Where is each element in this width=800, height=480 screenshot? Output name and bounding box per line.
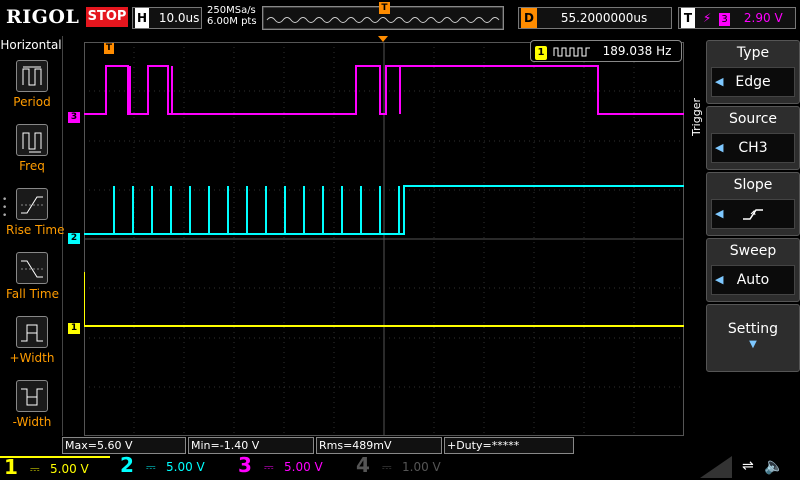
dc-coupling-icon: ⎓ [146, 460, 156, 474]
channel-2-number: 2 [120, 453, 134, 477]
channel-3-scale: 5.00 V [284, 460, 323, 474]
measure-max[interactable]: Max=5.60 V [62, 437, 186, 454]
channel-4-number: 4 [356, 453, 370, 477]
dc-coupling-icon: ⎓ [382, 460, 392, 474]
trigger-slope-value-box: ◀ [711, 199, 795, 229]
frequency-counter[interactable]: 1 189.038 Hz [530, 40, 682, 62]
trigger-sweep-value: Auto [736, 272, 770, 288]
corner-tab [700, 456, 732, 478]
brand-logo: RIGOL [6, 6, 80, 28]
usb-icon: ⇌ [742, 458, 754, 474]
measure-min[interactable]: Min=-1.40 V [188, 437, 314, 454]
measure-rms[interactable]: Rms=489mV [316, 437, 442, 454]
trigger-sweep-value-box: ◀ Auto [711, 265, 795, 295]
channel-3-offset-marker[interactable]: 3 [68, 112, 80, 123]
timebase-label: H [135, 8, 149, 28]
trigger-slope-title: Slope [733, 177, 773, 193]
trigger-sweep-button[interactable]: Sweep ◀ Auto [706, 238, 800, 302]
measure-rise-time-label: Rise Time [6, 223, 65, 237]
trigger-setting-button[interactable]: Setting ▼ [706, 304, 800, 372]
measure-duty[interactable]: +Duty=***** [444, 437, 574, 454]
measure-freq-button[interactable]: Freq [6, 124, 58, 173]
channel-3-number: 3 [238, 453, 252, 477]
panel-scroll-indicator: • • • [2, 195, 8, 221]
left-arrow-icon: ◀ [715, 273, 724, 286]
memory-depth: 6.00M pts [207, 16, 257, 27]
trigger-source-value-box: ◀ CH3 [711, 133, 795, 163]
rising-edge-icon [743, 209, 763, 220]
trigger-position-marker: T [379, 2, 390, 14]
trigger-source-button[interactable]: Source ◀ CH3 [706, 106, 800, 170]
trigger-time-marker: T [104, 43, 114, 54]
panel-title: Horizontal [0, 38, 62, 52]
trigger-source-value: CH3 [738, 140, 768, 156]
trigger-type-value: Edge [735, 74, 771, 90]
counter-value: 189.038 Hz [602, 44, 672, 58]
dc-coupling-icon: ⎓ [264, 460, 274, 474]
trigger-setting-title: Setting [727, 321, 779, 337]
timebase-value: 10.0us [158, 11, 200, 25]
measure-positive-width-button[interactable]: +Width [6, 316, 58, 365]
trigger-source-badge: 3 [719, 13, 731, 26]
trigger-sweep-title: Sweep [729, 243, 777, 259]
measure-freq-label: Freq [19, 159, 45, 173]
fall-time-icon [16, 252, 48, 284]
trigger-type-value-box: ◀ Edge [711, 67, 795, 97]
waveform-graticule [83, 41, 685, 437]
channel-2-offset-marker[interactable]: 2 [68, 233, 80, 244]
square-wave-icon [553, 47, 590, 56]
waveform-display[interactable] [83, 41, 685, 437]
measure-period-button[interactable]: Period [6, 60, 58, 109]
timebase-display[interactable]: H 10.0us [132, 7, 202, 29]
channel-4-scale: 1.00 V [402, 460, 441, 474]
acquisition-info: 250MSa/s 6.00M pts [207, 5, 257, 27]
graticule-grid [83, 41, 685, 437]
counter-channel-badge: 1 [535, 46, 547, 60]
sample-rate: 250MSa/s [207, 5, 256, 16]
measure-positive-width-label: +Width [9, 351, 55, 365]
horizontal-delay-display[interactable]: D 55.2000000us [518, 7, 672, 29]
trigger-status-display[interactable]: T ⚡ 3 2.90 V [678, 7, 796, 29]
left-arrow-icon: ◀ [715, 75, 724, 88]
trigger-label: T [681, 8, 695, 28]
channel-2-scale: 5.00 V [166, 460, 205, 474]
channel-1-number: 1 [4, 455, 18, 479]
channel-4-status[interactable]: 4 ⎓ 1.00 V [352, 453, 462, 478]
rising-edge-icon: ⚡ [702, 11, 712, 25]
measure-fall-time-label: Fall Time [6, 287, 60, 301]
channel-1-offset-marker[interactable]: 1 [68, 323, 80, 334]
menu-section-label: Trigger [690, 98, 703, 136]
period-icon [16, 60, 48, 92]
left-arrow-icon: ◀ [715, 141, 724, 154]
measure-fall-time-button[interactable]: Fall Time [6, 252, 60, 301]
trigger-type-title: Type [736, 45, 770, 61]
negative-width-icon [16, 380, 48, 412]
delay-value: 55.2000000us [560, 11, 648, 25]
trigger-delay-arrow [378, 36, 388, 42]
measure-period-label: Period [13, 95, 51, 109]
trigger-source-title: Source [728, 111, 778, 127]
delay-label: D [521, 8, 537, 28]
left-arrow-icon: ◀ [715, 207, 724, 220]
measure-rise-time-button[interactable]: Rise Time [6, 188, 65, 237]
dc-coupling-icon: ⎓ [30, 462, 40, 476]
channel-1-scale: 5.00 V [50, 462, 89, 476]
channel-2-status[interactable]: 2 ⎓ 5.00 V [116, 453, 226, 478]
trigger-level-value: 2.90 V [743, 11, 783, 25]
positive-width-icon [16, 316, 48, 348]
measure-negative-width-label: -Width [12, 415, 52, 429]
frequency-icon [16, 124, 48, 156]
trigger-type-button[interactable]: Type ◀ Edge [706, 40, 800, 104]
channel-3-status[interactable]: 3 ⎓ 5.00 V [234, 453, 344, 478]
measure-negative-width-button[interactable]: -Width [6, 380, 58, 429]
mute-speaker-icon[interactable]: 🔈 [764, 456, 784, 475]
trigger-slope-button[interactable]: Slope ◀ [706, 172, 800, 236]
chevron-down-icon: ▼ [749, 339, 757, 350]
run-stop-indicator[interactable]: STOP [86, 7, 128, 27]
channel-1-status[interactable]: 1 ⎓ 5.00 V [0, 456, 110, 480]
rise-time-icon [16, 188, 48, 220]
